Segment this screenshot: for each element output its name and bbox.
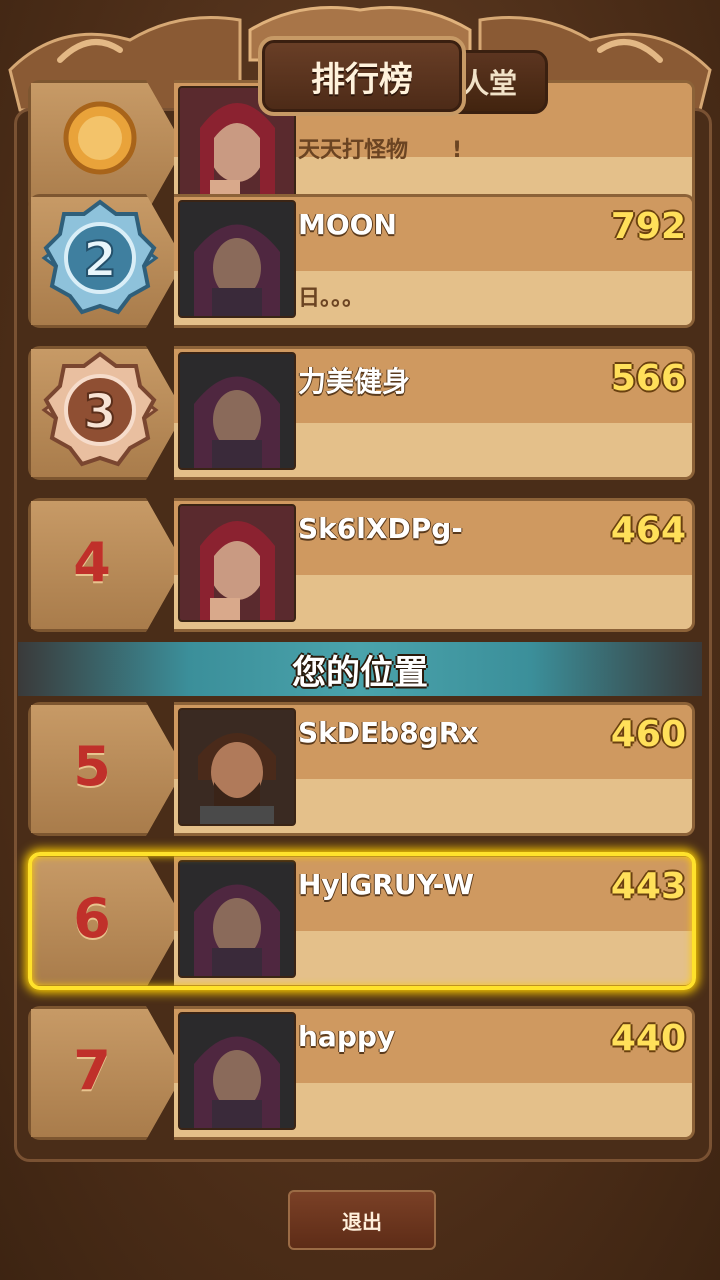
avatar xyxy=(178,200,296,318)
entry-message: 天天打怪物 ! xyxy=(298,138,463,163)
leaderboard-row: 7 happy 440 xyxy=(14,1004,695,1140)
leaderboard-row: 5 SkDEb8gRx 460 xyxy=(14,700,695,836)
bronze-medal-icon: 3 xyxy=(41,351,159,467)
rank-number: 4 xyxy=(73,530,111,594)
avatar xyxy=(178,1012,296,1130)
player-score: 440 xyxy=(610,1018,686,1059)
leaderboard-row-current-player: 6 HylGRUY-W 443 xyxy=(14,852,695,988)
player-name: MOON xyxy=(298,208,397,241)
exit-button[interactable]: 退出 xyxy=(288,1190,436,1250)
exit-button-label: 退出 xyxy=(342,1209,382,1234)
your-position-label: 您的位置 xyxy=(292,652,428,693)
player-name: HylGRUY-W xyxy=(298,868,474,901)
silver-medal-icon: 2 xyxy=(41,199,159,315)
player-name: 力美健身 xyxy=(298,365,411,398)
tab-leaderboard-label: 排行榜 xyxy=(311,59,413,100)
leaderboard-row: 3 力美健身 566 xyxy=(14,344,695,480)
entry-message: 日。。。 xyxy=(298,286,365,311)
player-name: Sk6lXDPg- xyxy=(298,512,463,545)
leaderboard-row: 4 Sk6lXDPg- 464 xyxy=(14,496,695,632)
player-score: 460 xyxy=(610,714,686,755)
svg-text:2: 2 xyxy=(83,232,116,288)
your-position-banner: 您的位置 xyxy=(18,642,702,696)
leaderboard-row: 2 MOON 792 日。。。 xyxy=(14,192,695,328)
rank-number: 5 xyxy=(73,734,111,798)
player-score: 566 xyxy=(610,358,686,399)
player-score: 792 xyxy=(610,206,686,247)
player-name: SkDEb8gRx xyxy=(298,716,479,749)
player-score: 443 xyxy=(610,866,686,907)
rank-number: 7 xyxy=(73,1038,111,1102)
player-name: happy xyxy=(298,1020,396,1053)
rank-number: 6 xyxy=(73,886,111,950)
avatar xyxy=(178,860,296,978)
avatar xyxy=(178,504,296,622)
avatar xyxy=(178,352,296,470)
avatar xyxy=(178,708,296,826)
player-score: 464 xyxy=(610,510,686,551)
tab-hall-of-fame-label: 人堂 xyxy=(460,67,517,100)
tab-leaderboard[interactable]: 排行榜 xyxy=(258,36,466,116)
svg-text:3: 3 xyxy=(83,384,116,440)
